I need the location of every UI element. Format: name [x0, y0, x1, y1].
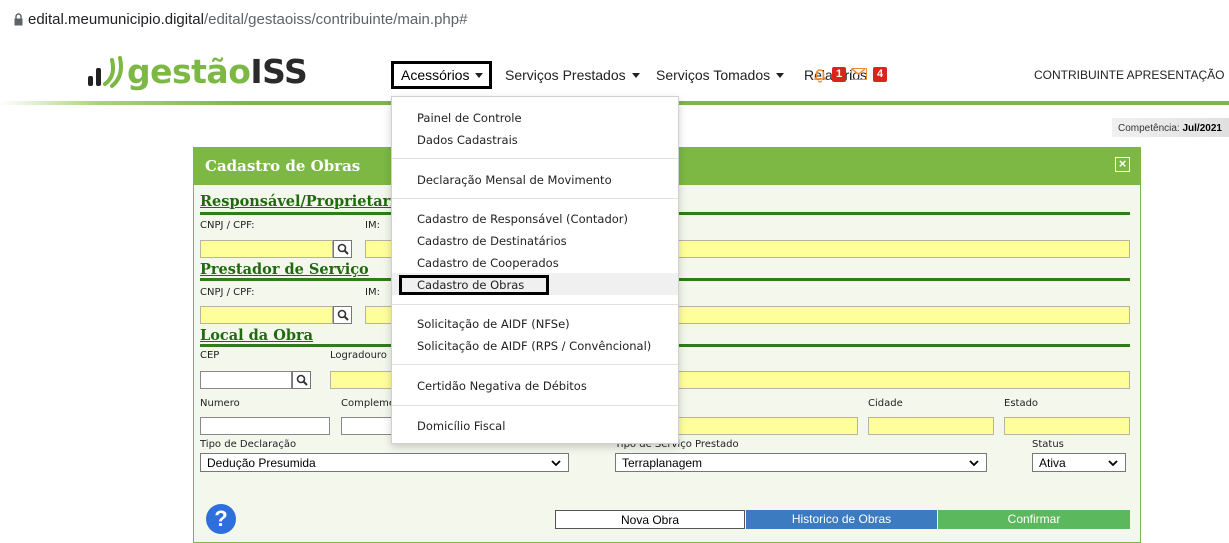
- numero-input[interactable]: [200, 417, 330, 435]
- search-icon[interactable]: [333, 240, 352, 258]
- chevron-down-icon: [1108, 460, 1118, 467]
- menu-divider: [392, 405, 678, 406]
- status-label: Status: [1032, 439, 1064, 450]
- search-icon[interactable]: [292, 371, 311, 389]
- menu-item-declaracao-mensal[interactable]: Declaração Mensal de Movimento: [417, 173, 612, 187]
- menu-item-painel-controle[interactable]: Painel de Controle: [417, 111, 522, 125]
- im-label: IM:: [365, 287, 380, 298]
- menu-item-cadastro-obras[interactable]: Cadastro de Obras: [417, 278, 524, 292]
- chevron-down-icon: [551, 460, 561, 467]
- lock-icon: [14, 13, 23, 26]
- mail-icon[interactable]: [851, 68, 867, 80]
- prestador-cnpj-input[interactable]: [200, 306, 333, 324]
- menu-item-dados-cadastrais[interactable]: Dados Cadastrais: [417, 133, 518, 147]
- menu-item-aidf-rps[interactable]: Solicitação de AIDF (RPS / Convêncional): [417, 339, 651, 353]
- section-prestador-title: Prestador de Serviço: [200, 261, 369, 278]
- estado-label: Estado: [1004, 398, 1039, 409]
- nav-servicos-prestados[interactable]: Serviços Prestados: [505, 67, 640, 83]
- nova-obra-button[interactable]: Nova Obra: [555, 510, 745, 529]
- cep-label: CEP: [200, 350, 220, 361]
- section-local-title: Local da Obra: [200, 327, 314, 344]
- logradouro-label: Logradouro: [330, 350, 387, 361]
- message-badge[interactable]: 4: [873, 67, 887, 82]
- menu-divider: [392, 304, 678, 305]
- cnpj-label: CNPJ / CPF:: [200, 220, 255, 231]
- menu-item-cadastro-responsavel[interactable]: Cadastro de Responsável (Contador): [417, 212, 628, 226]
- bell-icon[interactable]: [812, 67, 828, 83]
- cidade-label: Cidade: [868, 398, 903, 409]
- menu-item-certidao-negativa[interactable]: Certidão Negativa de Débitos: [417, 379, 587, 393]
- panel-title: Cadastro de Obras: [205, 157, 361, 175]
- tipo-declaracao-label: Tipo de Declaração: [200, 439, 297, 450]
- menu-item-aidf-nfse[interactable]: Solicitação de AIDF (NFSe): [417, 317, 570, 331]
- user-menu[interactable]: CONTRIBUINTE APRESENTAÇÃO: [1034, 68, 1229, 82]
- cep-input[interactable]: [200, 371, 292, 389]
- signal-logo-icon: [88, 56, 123, 88]
- numero-label: Numero: [200, 398, 240, 409]
- menu-item-cadastro-destinatarios[interactable]: Cadastro de Destinatários: [417, 234, 567, 248]
- confirmar-button[interactable]: Confirmar: [938, 510, 1130, 529]
- tipo-servico-select[interactable]: Terraplanagem: [615, 453, 987, 472]
- cnpj-label: CNPJ / CPF:: [200, 287, 255, 298]
- competencia-label: Competência: Jul/2021: [1118, 123, 1222, 134]
- menu-divider: [392, 198, 678, 199]
- nav-acessorios[interactable]: Acessórios: [391, 61, 493, 89]
- complemento-label: Compleme: [341, 398, 396, 409]
- menu-item-cadastro-cooperados[interactable]: Cadastro de Cooperados: [417, 256, 559, 270]
- historico-obras-button[interactable]: Historico de Obras: [746, 510, 937, 529]
- close-icon[interactable]: ×: [1115, 157, 1130, 172]
- caret-down-icon: [475, 73, 484, 78]
- status-select[interactable]: Ativa: [1032, 453, 1126, 472]
- notification-badge[interactable]: 1: [832, 67, 846, 82]
- responsavel-cnpj-input[interactable]: [200, 240, 333, 258]
- estado-input[interactable]: [1004, 417, 1130, 435]
- im-label: IM:: [365, 220, 380, 231]
- help-icon[interactable]: ?: [206, 504, 236, 534]
- caret-down-icon: [631, 73, 640, 78]
- caret-down-icon: [776, 73, 785, 78]
- section-responsavel-title: Responsável/Proprietario: [200, 193, 406, 210]
- cidade-input[interactable]: [868, 417, 994, 435]
- search-icon[interactable]: [333, 306, 352, 324]
- tipo-declaracao-select[interactable]: Dedução Presumida: [200, 453, 569, 472]
- app-logo-text: gestãoISS: [127, 52, 308, 91]
- menu-item-domicilio-fiscal[interactable]: Domicílio Fiscal: [417, 419, 505, 433]
- nav-servicos-tomados[interactable]: Serviços Tomados: [656, 67, 785, 83]
- url-text[interactable]: edital.meumunicipio.digital/edital/gesta…: [28, 11, 467, 28]
- menu-divider: [392, 364, 678, 365]
- chevron-down-icon: [969, 460, 979, 467]
- menu-divider: [392, 158, 678, 159]
